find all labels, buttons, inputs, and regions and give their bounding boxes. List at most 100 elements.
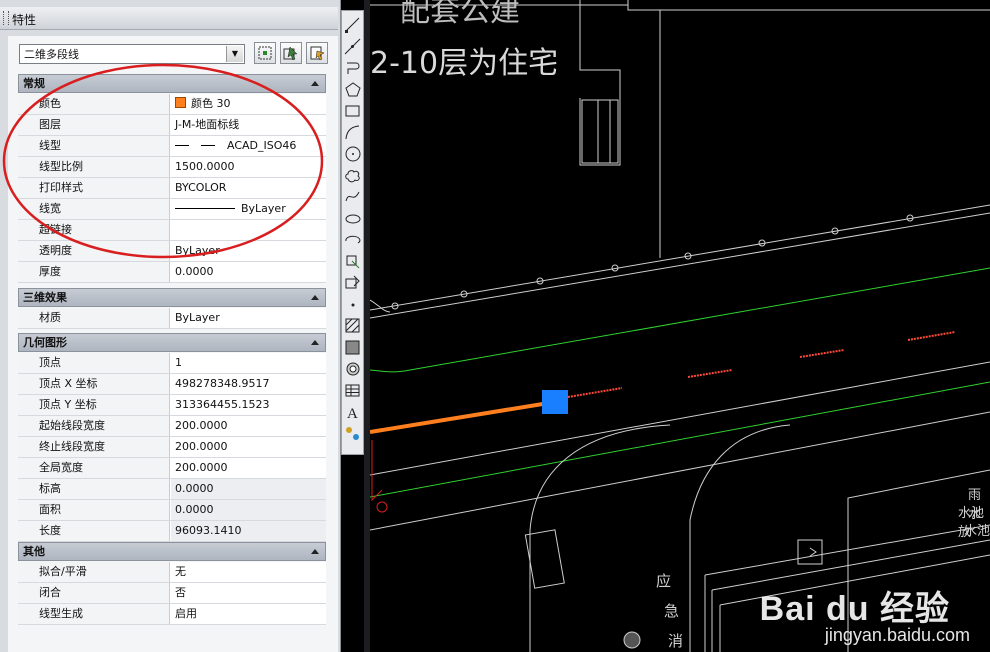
property-row[interactable]: 面积 0.0000 (18, 500, 326, 521)
property-row[interactable]: 长度 96093.1410 (18, 521, 326, 542)
green-line-upper (370, 267, 990, 373)
property-value[interactable]: ByLayer (171, 241, 326, 261)
property-row[interactable]: 厚度 0.0000 (18, 262, 326, 283)
toggle-pickadd-button[interactable] (254, 42, 276, 64)
property-value[interactable]: 0.0000 (171, 262, 326, 282)
property-label: 线宽 (18, 199, 170, 219)
section-title: 几何图形 (23, 336, 67, 349)
property-value-text: 否 (175, 586, 186, 599)
property-row[interactable]: 顶点 X 坐标 498278348.9517 (18, 374, 326, 395)
property-value-text: 96093.1410 (175, 524, 242, 537)
add-selected-tool-button[interactable] (343, 424, 362, 443)
collapse-arrow-icon[interactable] (311, 81, 319, 86)
property-row[interactable]: 闭合否 (18, 583, 326, 604)
property-row[interactable]: 透明度 ByLayer (18, 241, 326, 262)
polygon-tool-button[interactable] (343, 80, 362, 99)
property-row[interactable]: 顶点 Y 坐标 313364455.1523 (18, 395, 326, 416)
table-tool-button[interactable] (343, 381, 362, 400)
property-row[interactable]: 线宽 ByLayer (18, 199, 326, 220)
property-value[interactable]: 200.0000 (171, 458, 326, 478)
property-value[interactable]: BYCOLOR (171, 178, 326, 198)
property-label: 面积 (18, 500, 170, 520)
property-label: 线型比例 (18, 157, 170, 177)
property-value[interactable]: 无 (171, 562, 326, 582)
spline-tool-button[interactable] (343, 187, 362, 206)
property-row[interactable]: 线型比例 1500.0000 (18, 157, 326, 178)
insert-block-tool-button[interactable] (343, 252, 362, 271)
rectangle-icon (345, 105, 360, 117)
collapse-arrow-icon[interactable] (311, 549, 319, 554)
make-block-tool-button[interactable] (343, 273, 362, 292)
property-value[interactable]: ByLayer (171, 199, 326, 219)
property-value[interactable]: ByLayer (171, 308, 326, 328)
property-label: 顶点 X 坐标 (18, 374, 170, 394)
property-row[interactable]: 顶点 1 (18, 353, 326, 374)
ellipse-tool-button[interactable] (343, 209, 362, 228)
point-icon (351, 303, 355, 306)
property-value[interactable] (171, 220, 326, 240)
property-value[interactable]: 200.0000 (171, 416, 326, 436)
section-title: 常规 (23, 77, 45, 90)
property-value[interactable]: 启用 (171, 604, 326, 624)
property-row[interactable]: 材质 ByLayer (18, 308, 326, 329)
property-row[interactable]: 终止线段宽度 200.0000 (18, 437, 326, 458)
property-value[interactable]: 96093.1410 (171, 521, 326, 541)
rectangle-tool-button[interactable] (343, 101, 362, 120)
property-value[interactable]: ACAD_ISO46 (171, 136, 326, 156)
property-row[interactable]: 图层 J-M-地面标线 (18, 115, 326, 136)
construction-line-tool-button[interactable] (343, 37, 362, 56)
property-value[interactable]: 1 (171, 353, 326, 373)
section-header[interactable]: 几何图形 (18, 333, 326, 352)
linetype-preview-icon (201, 145, 215, 146)
revision-cloud-tool-button[interactable] (343, 166, 362, 185)
property-value[interactable]: 200.0000 (171, 437, 326, 457)
property-row[interactable]: 线型生成 启用 (18, 604, 326, 625)
gradient-tool-button[interactable] (343, 338, 362, 357)
palette-grip-icon[interactable] (3, 11, 9, 25)
property-row[interactable]: 打印样式 BYCOLOR (18, 178, 326, 199)
property-row[interactable]: 全局宽度 200.0000 (18, 458, 326, 479)
collapse-arrow-icon[interactable] (311, 295, 319, 300)
object-type-dropdown[interactable]: 二维多段线 ▼ (19, 44, 245, 64)
line-tool-button[interactable] (343, 15, 362, 34)
property-value[interactable]: 1500.0000 (171, 157, 326, 177)
point-tool-button[interactable] (343, 295, 362, 314)
polyline-tool-button[interactable] (343, 58, 362, 77)
select-objects-button[interactable] (280, 42, 302, 64)
property-row[interactable]: 超链接 (18, 220, 326, 241)
section-header[interactable]: 其他 (18, 542, 326, 561)
baidu-watermark: Bai du 经验 jingyan.baidu.com (760, 581, 970, 645)
property-value[interactable]: 0.0000 (171, 479, 326, 499)
section-header[interactable]: 常规 (18, 74, 326, 93)
property-value[interactable]: 颜色 30 (171, 94, 326, 114)
quick-select-button[interactable] (306, 42, 328, 64)
drawing-canvas[interactable]: 2-10层为住宅 配套公建 雨水 水池放 水池 应 急 消 Bai du 经验 … (370, 0, 990, 652)
property-row[interactable]: 线型 ACAD_ISO46 (18, 136, 326, 157)
multiline-text-tool-button[interactable]: A (343, 402, 362, 421)
section-header[interactable]: 三维效果 (18, 288, 326, 307)
region-tool-button[interactable] (343, 359, 362, 378)
chevron-down-icon[interactable]: ▼ (226, 46, 243, 62)
palette-title-bar[interactable]: 特性 (0, 7, 338, 30)
property-row[interactable]: 起始线段宽度 200.0000 (18, 416, 326, 437)
canvas-text-residential: 2-10层为住宅 (370, 46, 559, 81)
property-row[interactable]: 颜色 颜色 30 (18, 94, 326, 115)
property-value[interactable]: J-M-地面标线 (171, 115, 326, 135)
property-value[interactable]: 0.0000 (171, 500, 326, 520)
property-label: 闭合 (18, 583, 170, 603)
property-value[interactable]: 498278348.9517 (171, 374, 326, 394)
collapse-arrow-icon[interactable] (311, 340, 319, 345)
property-value[interactable]: 313364455.1523 (171, 395, 326, 415)
ellipse-arc-tool-button[interactable] (343, 230, 362, 249)
arc-tool-button[interactable] (343, 123, 362, 142)
circle-tool-button[interactable] (343, 144, 362, 163)
property-value-text: ACAD_ISO46 (227, 139, 297, 152)
property-value[interactable]: 否 (171, 583, 326, 603)
property-row[interactable]: 拟合/平滑无 (18, 562, 326, 583)
polyline-grip[interactable] (542, 390, 568, 414)
properties-panel: 二维多段线 ▼ 常规 颜色 颜色 30 图层 J-M-地面标线 线型 ACAD_ISO46 线… (8, 36, 338, 652)
selected-polyline[interactable] (370, 400, 556, 434)
property-row[interactable]: 标高 0.0000 (18, 479, 326, 500)
property-label: 长度 (18, 521, 170, 541)
hatch-tool-button[interactable] (343, 316, 362, 335)
